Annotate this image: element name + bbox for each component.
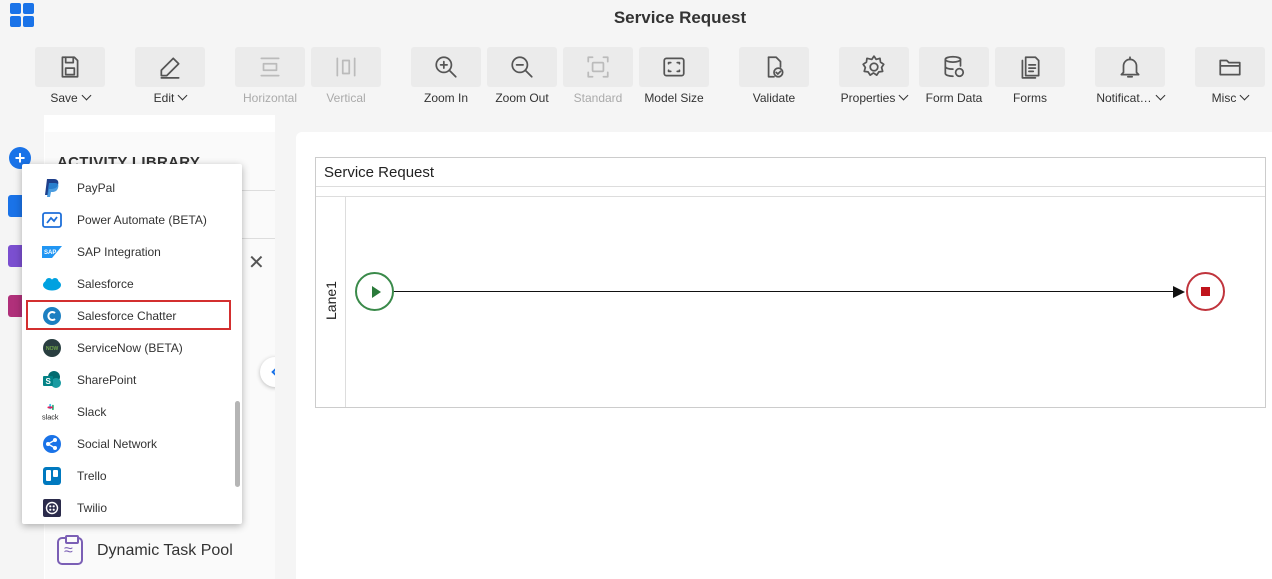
lane-label: Lane1 xyxy=(323,281,339,320)
save-label: Save xyxy=(50,91,78,105)
list-item-trello[interactable]: Trello xyxy=(22,460,242,492)
list-item-paypal[interactable]: PayPal xyxy=(22,172,242,204)
vertical-label: Vertical xyxy=(326,91,366,105)
list-item-social-network[interactable]: Social Network xyxy=(22,428,242,460)
forms-label: Forms xyxy=(1013,91,1047,105)
servicenow-icon: NOW xyxy=(42,338,62,358)
svg-text:slack: slack xyxy=(42,412,59,421)
library-item-dynamic-task-pool[interactable]: Dynamic Task Pool xyxy=(57,535,233,566)
misc-label: Misc xyxy=(1211,91,1237,105)
properties-label: Properties xyxy=(840,91,896,105)
selection-highlight xyxy=(26,300,231,330)
social-network-icon xyxy=(42,434,62,454)
twilio-icon xyxy=(42,498,62,518)
task-pool-icon xyxy=(57,535,83,565)
power-automate-icon xyxy=(42,210,62,230)
notifications-label: Notificat… xyxy=(1096,91,1152,105)
list-item-sharepoint[interactable]: S SharePoint xyxy=(22,364,242,396)
trello-icon xyxy=(42,466,62,486)
list-item-servicenow[interactable]: NOW ServiceNow (BETA) xyxy=(22,332,242,364)
model-size-label: Model Size xyxy=(644,91,704,105)
folder-icon xyxy=(1219,59,1241,76)
chevron-down-icon xyxy=(1155,90,1166,101)
vertical-layout-icon xyxy=(336,57,356,77)
list-item-power-automate[interactable]: Power Automate (BETA) xyxy=(22,204,242,236)
pool[interactable]: Service Request Lane1 xyxy=(315,157,1266,408)
divider xyxy=(316,196,1265,197)
play-icon xyxy=(371,285,381,298)
chevron-down-icon xyxy=(177,90,188,101)
chevron-down-icon xyxy=(81,90,92,101)
gear-icon xyxy=(862,55,885,76)
horizontal-layout-icon xyxy=(260,57,280,77)
list-item-slack[interactable]: slack Slack xyxy=(22,396,242,428)
validate-icon xyxy=(767,56,784,78)
model-size-icon xyxy=(663,57,685,77)
zoom-in-icon xyxy=(435,56,457,78)
stop-icon xyxy=(1201,287,1210,296)
header-bar: Service Request xyxy=(0,0,1272,37)
sequence-flow[interactable] xyxy=(394,291,1178,292)
chevron-down-icon xyxy=(1239,90,1250,101)
bell-icon xyxy=(1120,56,1140,78)
slack-icon: slack xyxy=(42,402,62,422)
start-event[interactable] xyxy=(355,272,394,311)
zoom-out-icon xyxy=(511,56,533,78)
list-item-twilio[interactable]: Twilio xyxy=(22,492,242,524)
sharepoint-icon: S xyxy=(42,370,62,390)
library-item-label: Dynamic Task Pool xyxy=(97,542,233,559)
save-button[interactable]: Save xyxy=(35,47,105,107)
svg-text:SAP: SAP xyxy=(44,250,56,256)
notifications-button[interactable]: Notificat… xyxy=(1095,47,1166,107)
scrollbar[interactable] xyxy=(235,401,240,487)
validate-label: Validate xyxy=(752,91,796,105)
forms-button[interactable]: Forms xyxy=(995,47,1065,107)
edit-button[interactable]: Edit xyxy=(135,47,205,107)
sap-icon: SAP xyxy=(42,242,62,262)
end-event[interactable] xyxy=(1186,272,1225,311)
svg-text:NOW: NOW xyxy=(46,346,59,352)
toolbar: Save Edit Horizontal Vertical Zoom In Zo… xyxy=(0,37,1272,115)
pencil-icon xyxy=(160,57,180,79)
misc-button[interactable]: Misc xyxy=(1195,47,1265,107)
paypal-icon xyxy=(42,178,62,198)
salesforce-icon xyxy=(42,274,62,294)
svg-text:S: S xyxy=(46,377,52,386)
divider xyxy=(316,186,1265,187)
edit-label: Edit xyxy=(153,91,175,105)
database-icon xyxy=(944,55,965,78)
connector-dropdown: PayPal Power Automate (BETA) SAP SAP Int… xyxy=(22,164,242,524)
lane-header-divider xyxy=(345,197,346,407)
vertical-button[interactable]: Vertical xyxy=(311,47,381,107)
model-size-button[interactable]: Model Size xyxy=(639,47,709,107)
save-icon xyxy=(61,56,79,78)
arrow-head xyxy=(1173,286,1185,298)
page-title: Service Request xyxy=(613,8,747,27)
list-item-salesforce[interactable]: Salesforce xyxy=(22,268,242,300)
list-item-sap-integration[interactable]: SAP SAP Integration xyxy=(22,236,242,268)
close-icon[interactable]: ✕ xyxy=(248,250,265,275)
standard-size-icon xyxy=(587,56,609,78)
forms-icon xyxy=(1021,56,1040,79)
validate-button[interactable]: Validate xyxy=(739,47,809,107)
pool-title: Service Request xyxy=(324,164,435,181)
